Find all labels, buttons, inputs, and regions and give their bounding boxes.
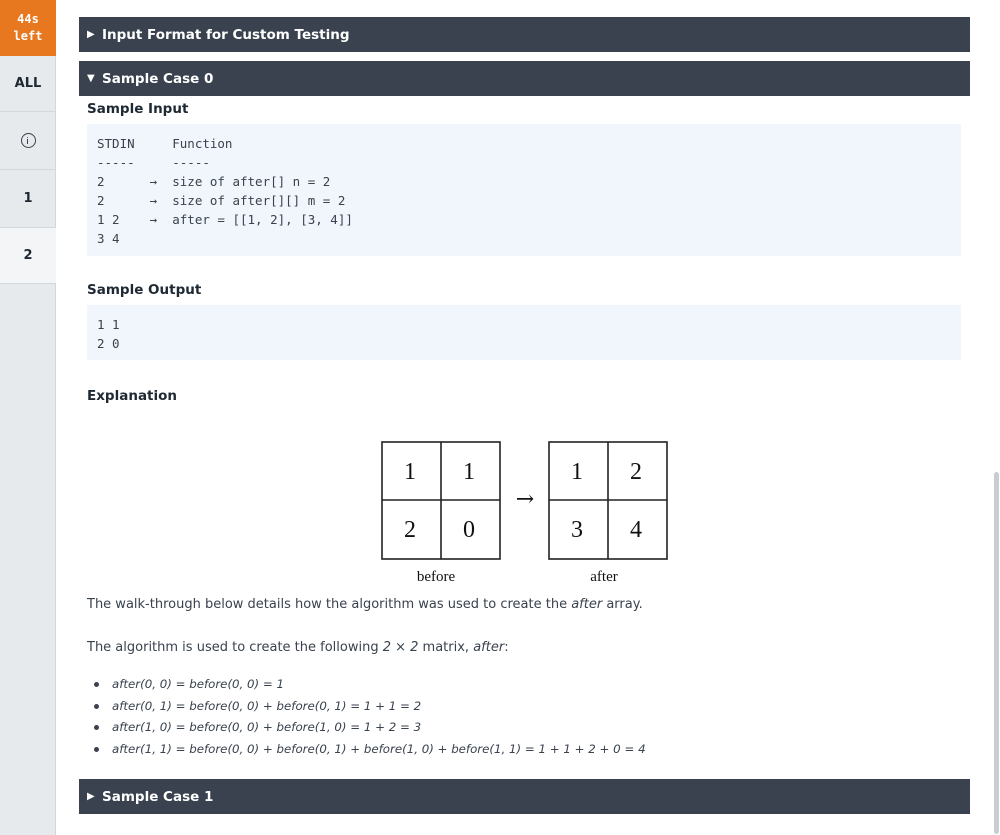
before-caption: before: [417, 569, 456, 585]
computation-list: after(0, 0) = before(0, 0) = 1 after(0, …: [92, 674, 646, 761]
after-matrix: 1 2 3 4: [548, 441, 668, 560]
triangle-right-icon: ▶: [87, 29, 95, 40]
walkthrough-text-end: array.: [602, 597, 643, 612]
list-item: after(1, 1) = before(0, 0) + before(0, 1…: [92, 739, 646, 761]
timer-suffix: left: [13, 29, 43, 43]
question-1-label: 1: [23, 191, 33, 206]
algorithm-text-mid: matrix,: [418, 640, 474, 655]
input-format-title: Input Format for Custom Testing: [102, 26, 350, 43]
after-caption: after: [590, 569, 617, 585]
explanation-heading: Explanation: [87, 388, 178, 404]
sample-case-0-toggle[interactable]: ▼ Sample Case 0: [79, 61, 970, 96]
countdown-timer: 44s left: [0, 0, 56, 56]
before-cell: 1: [404, 459, 416, 485]
sample-input-block: STDIN Function ----- ----- 2 → size of a…: [87, 124, 961, 256]
algorithm-text-end: :: [504, 640, 509, 655]
sample-input-heading: Sample Input: [87, 101, 189, 117]
after-cell: 1: [571, 459, 583, 485]
matrix-size-emphasis: 2 × 2: [382, 640, 419, 655]
question-2-label: 2: [23, 248, 33, 263]
after-cell: 2: [630, 459, 642, 485]
input-format-toggle[interactable]: ▶ Input Format for Custom Testing: [79, 17, 970, 52]
algorithm-text: The algorithm is used to create the foll…: [87, 640, 383, 655]
timer-value: 44s: [17, 12, 39, 26]
sidebar-item-question-2[interactable]: 2: [0, 228, 56, 284]
sample-output-block: 1 1 2 0: [87, 305, 961, 360]
info-icon: [20, 133, 36, 148]
vertical-scrollbar[interactable]: [994, 472, 999, 834]
before-cell: 0: [463, 517, 475, 543]
sample-output-text: 1 1 2 0: [97, 317, 120, 351]
matrix-transform-diagram: 1 1 2 0 → 1 2 3 4 before after: [381, 441, 668, 585]
sidebar-item-info[interactable]: [0, 112, 56, 170]
transform-arrow: →: [516, 487, 534, 512]
sample-input-text: STDIN Function ----- ----- 2 → size of a…: [97, 136, 353, 246]
list-item: after(1, 0) = before(0, 0) + before(1, 0…: [92, 717, 646, 739]
algorithm-paragraph: The algorithm is used to create the foll…: [87, 640, 509, 655]
after-emphasis: after: [473, 640, 505, 655]
sample-case-0-title: Sample Case 0: [102, 70, 214, 87]
sample-case-1-title: Sample Case 1: [102, 788, 214, 805]
walkthrough-paragraph: The walk-through below details how the a…: [87, 597, 643, 612]
after-cell: 4: [630, 517, 642, 543]
sidebar-item-all-label: ALL: [14, 76, 42, 91]
sample-case-1-toggle[interactable]: ▶ Sample Case 1: [79, 779, 970, 814]
before-cell: 1: [463, 459, 475, 485]
sidebar-item-all[interactable]: ALL: [0, 56, 56, 112]
walkthrough-text: The walk-through below details how the a…: [87, 597, 572, 612]
sidebar: 44s left ALL 1 2: [0, 0, 56, 835]
before-cell: 2: [404, 517, 416, 543]
sidebar-item-question-1[interactable]: 1: [0, 170, 56, 228]
list-item: after(0, 1) = before(0, 0) + before(0, 1…: [92, 696, 646, 718]
list-item: after(0, 0) = before(0, 0) = 1: [92, 674, 646, 696]
triangle-down-icon: ▼: [87, 73, 95, 84]
after-cell: 3: [571, 517, 583, 543]
sample-output-heading: Sample Output: [87, 282, 202, 298]
walkthrough-emphasis: after: [571, 597, 603, 612]
triangle-right-icon: ▶: [87, 791, 95, 802]
before-matrix: 1 1 2 0: [381, 441, 501, 560]
